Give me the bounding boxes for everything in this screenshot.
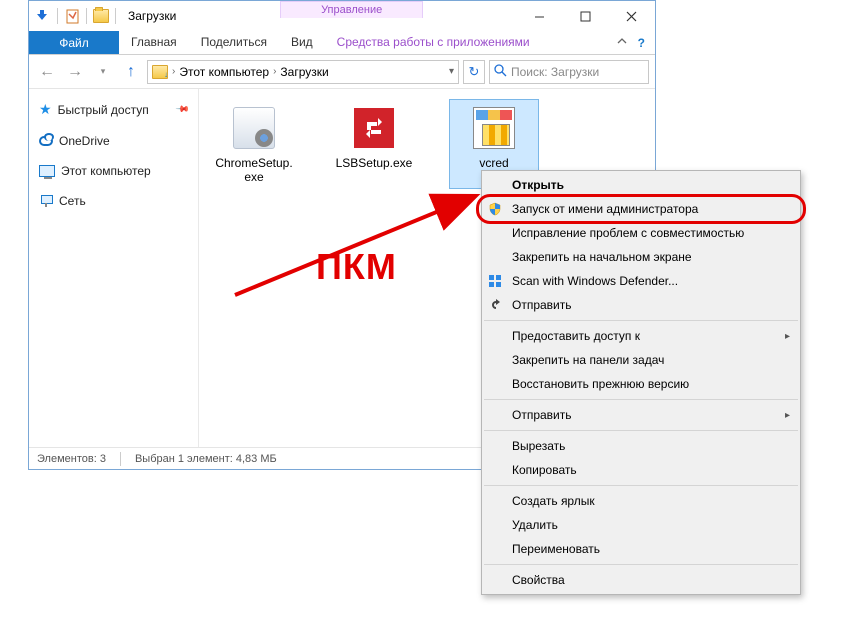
- ctx-pin-start[interactable]: Закрепить на начальном экране: [482, 245, 800, 269]
- ctx-rename[interactable]: Переименовать: [482, 537, 800, 561]
- file-name: ChromeSetup.exe: [214, 156, 294, 184]
- file-name: vcred: [479, 156, 508, 170]
- status-selection: Выбран 1 элемент: 4,83 МБ: [135, 453, 277, 465]
- sidebar-item-label: Этот компьютер: [61, 164, 151, 178]
- pin-icon: 📌: [175, 102, 191, 118]
- ctx-item-label: Закрепить на панели задач: [512, 353, 664, 367]
- contextual-tab-manage[interactable]: Управление: [280, 1, 423, 18]
- tab-app-tools[interactable]: Средства работы с приложениями: [325, 31, 542, 54]
- address-bar[interactable]: › Этот компьютер › Загрузки ▾: [147, 60, 459, 84]
- share-icon: [488, 297, 504, 313]
- nav-recent-dropdown[interactable]: ▾: [91, 60, 115, 84]
- search-box[interactable]: Поиск: Загрузки: [489, 60, 649, 84]
- search-placeholder: Поиск: Загрузки: [511, 65, 599, 79]
- down-arrow-icon[interactable]: [33, 7, 51, 25]
- maximize-button[interactable]: [563, 1, 609, 31]
- nav-forward-button[interactable]: →: [63, 60, 87, 84]
- ctx-open[interactable]: Открыть: [482, 173, 800, 197]
- chevron-right-icon: ▸: [785, 331, 790, 342]
- sidebar-item-label: OneDrive: [59, 134, 110, 148]
- sidebar-this-pc[interactable]: Этот компьютер: [33, 160, 194, 182]
- ctx-item-label: Отправить: [512, 408, 572, 422]
- file-item[interactable]: ChromeSetup.exe: [209, 99, 299, 189]
- ctx-item-label: Предоставить доступ к: [512, 329, 640, 343]
- ctx-compat-troubleshoot[interactable]: Исправление проблем с совместимостью: [482, 221, 800, 245]
- help-icon[interactable]: ?: [638, 36, 645, 50]
- ctx-properties[interactable]: Свойства: [482, 568, 800, 592]
- chevron-right-icon[interactable]: ›: [273, 66, 276, 77]
- ctx-item-label: Вырезать: [512, 439, 565, 453]
- folder-icon: [152, 65, 168, 79]
- properties-icon[interactable]: [64, 8, 80, 24]
- file-item[interactable]: LSBSetup.exe: [329, 99, 419, 189]
- ctx-item-label: Закрепить на начальном экране: [512, 250, 692, 264]
- ctx-item-label: Копировать: [512, 463, 577, 477]
- ctx-item-label: Восстановить прежнюю версию: [512, 377, 689, 391]
- ctx-delete[interactable]: Удалить: [482, 513, 800, 537]
- ctx-item-label: Отправить: [512, 298, 572, 312]
- ctx-defender-scan[interactable]: Scan with Windows Defender...: [482, 269, 800, 293]
- ctx-item-label: Удалить: [512, 518, 558, 532]
- ctx-item-label: Свойства: [512, 573, 565, 587]
- ctx-create-shortcut[interactable]: Создать ярлык: [482, 489, 800, 513]
- nav-pane: ★ Быстрый доступ 📌 OneDrive Этот компьют…: [29, 89, 199, 447]
- ctx-item-label: Переименовать: [512, 542, 600, 556]
- ctx-pin-taskbar[interactable]: Закрепить на панели задач: [482, 348, 800, 372]
- file-name: LSBSetup.exe: [336, 156, 413, 170]
- chevron-right-icon[interactable]: ›: [172, 66, 175, 77]
- sidebar-item-label: Сеть: [59, 194, 86, 208]
- sidebar-quick-access[interactable]: ★ Быстрый доступ 📌: [33, 97, 194, 122]
- network-icon: [39, 195, 53, 207]
- search-icon: [494, 64, 507, 80]
- ctx-restore-version[interactable]: Восстановить прежнюю версию: [482, 372, 800, 396]
- sidebar-network[interactable]: Сеть: [33, 190, 194, 212]
- ribbon-tabs: Файл Главная Поделиться Вид Средства раб…: [29, 31, 655, 55]
- ctx-item-label: Открыть: [512, 178, 564, 192]
- title-bar: Загрузки Управление: [29, 1, 655, 31]
- tab-view[interactable]: Вид: [279, 31, 325, 54]
- status-item-count: Элементов: 3: [37, 453, 106, 465]
- context-menu: Открыть Запуск от имени администратора И…: [481, 170, 801, 595]
- close-button[interactable]: [609, 1, 655, 31]
- chevron-right-icon: ▸: [785, 410, 790, 421]
- ctx-item-label: Запуск от имени администратора: [512, 202, 698, 216]
- tab-file[interactable]: Файл: [29, 31, 119, 54]
- tab-home[interactable]: Главная: [119, 31, 189, 54]
- ctx-copy[interactable]: Копировать: [482, 458, 800, 482]
- annotation-label: ПКМ: [316, 246, 397, 288]
- window-title: Загрузки: [122, 9, 182, 23]
- ctx-share[interactable]: Отправить: [482, 293, 800, 317]
- app-icon: [354, 108, 394, 148]
- tab-share[interactable]: Поделиться: [189, 31, 279, 54]
- computer-icon: [39, 165, 55, 177]
- shield-icon: [488, 202, 502, 216]
- ctx-cut[interactable]: Вырезать: [482, 434, 800, 458]
- ctx-item-label: Создать ярлык: [512, 494, 595, 508]
- nav-back-button[interactable]: ←: [35, 60, 59, 84]
- ctx-run-as-admin[interactable]: Запуск от имени администратора: [482, 197, 800, 221]
- ctx-grant-access[interactable]: Предоставить доступ к ▸: [482, 324, 800, 348]
- nav-bar: ← → ▾ ↑ › Этот компьютер › Загрузки ▾ ↻ …: [29, 55, 655, 89]
- ctx-item-label: Scan with Windows Defender...: [512, 274, 678, 288]
- refresh-button[interactable]: ↻: [463, 60, 485, 84]
- address-dropdown-icon[interactable]: ▾: [449, 66, 454, 77]
- cloud-icon: [39, 136, 53, 146]
- minimize-button[interactable]: [517, 1, 563, 31]
- breadcrumb-root[interactable]: Этот компьютер: [179, 65, 269, 79]
- ctx-send-to[interactable]: Отправить ▸: [482, 403, 800, 427]
- sidebar-onedrive[interactable]: OneDrive: [33, 130, 194, 152]
- installer-icon: [233, 107, 275, 149]
- sidebar-item-label: Быстрый доступ: [58, 103, 149, 117]
- star-icon: ★: [39, 101, 52, 118]
- ribbon-collapse-icon[interactable]: [616, 35, 628, 50]
- ctx-item-label: Исправление проблем с совместимостью: [512, 226, 744, 240]
- defender-icon: [488, 274, 502, 288]
- quick-access-toolbar: Загрузки: [29, 1, 186, 31]
- nav-up-button[interactable]: ↑: [119, 60, 143, 84]
- installer-icon: [473, 107, 515, 149]
- breadcrumb-folder[interactable]: Загрузки: [280, 65, 328, 79]
- folder-icon[interactable]: [93, 9, 109, 23]
